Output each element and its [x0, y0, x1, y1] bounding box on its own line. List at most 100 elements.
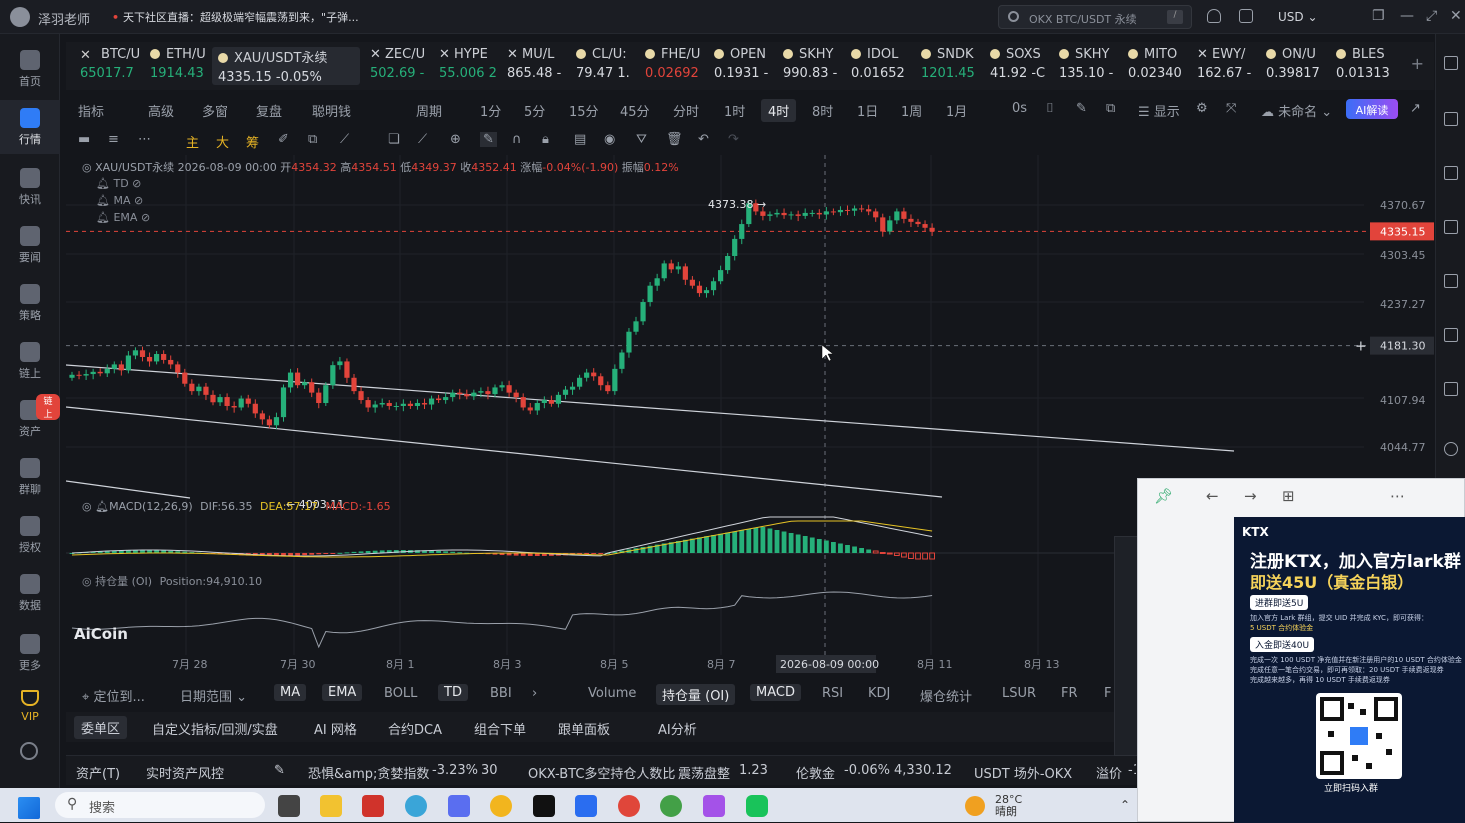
taskview-icon[interactable]	[278, 795, 300, 817]
undo-icon[interactable]: ↶	[698, 132, 709, 147]
more-icon[interactable]: ⋯	[138, 132, 151, 147]
windows-start-icon[interactable]	[18, 797, 40, 819]
ind-f[interactable]: F	[1104, 686, 1111, 701]
tf-1w[interactable]: 1周	[901, 101, 922, 120]
ai-analyze-button[interactable]: AI解读	[1346, 99, 1398, 119]
more-icon[interactable]: ⋯	[1390, 487, 1405, 505]
tab-ai-analysis[interactable]: AI分析	[658, 719, 697, 738]
chrome-icon[interactable]	[660, 795, 682, 817]
ind-bbi[interactable]: BBI	[490, 686, 512, 701]
minimize-icon[interactable]: —	[1400, 8, 1414, 24]
sidebar-item-strategy[interactable]: 策略	[0, 276, 60, 330]
list-icon[interactable]	[1444, 328, 1458, 342]
aicoin-app-icon[interactable]	[533, 795, 555, 817]
tf-1h[interactable]: 1时	[724, 101, 745, 120]
ticker-item[interactable]: ✕ EWY/162.67 -	[1197, 47, 1259, 85]
clock-icon[interactable]	[1444, 442, 1458, 456]
tf-1m[interactable]: 1分	[480, 101, 501, 120]
template-icon[interactable]: ▤	[574, 132, 586, 147]
grid-icon[interactable]: ⊞	[1282, 487, 1295, 505]
sidebar-item-groupchat[interactable]: 群聊	[0, 450, 60, 504]
mail-app-icon[interactable]	[575, 795, 597, 817]
settings-gear-icon[interactable]: ⚙	[1196, 101, 1208, 116]
fullscreen-icon[interactable]: ⤧	[1226, 101, 1236, 116]
indicator-ma[interactable]: 🔔︎ MA ⊘	[96, 194, 143, 207]
settings-icon[interactable]	[20, 742, 38, 760]
back-icon[interactable]: ←	[1206, 487, 1219, 505]
popout-icon[interactable]: ⧉	[1106, 101, 1115, 116]
ind-macd[interactable]: MACD	[750, 684, 801, 701]
tf-1mo[interactable]: 1月	[946, 101, 967, 120]
replay-button[interactable]: 复盘	[256, 101, 282, 120]
advanced-button[interactable]: 高级	[148, 101, 174, 120]
tab-ai-grid[interactable]: AI 网格	[314, 719, 357, 738]
ad-banner[interactable]: KTX 注册KTX，加入官方lark群 即送45U（真金白银） 进群即送5U 加…	[1234, 517, 1465, 823]
restore-icon[interactable]: ❐	[1372, 8, 1385, 24]
brush-icon[interactable]: ✐	[278, 132, 289, 147]
pencil-icon[interactable]: ✎	[1076, 101, 1087, 116]
tab-combo-order[interactable]: 组合下单	[474, 719, 526, 738]
assets-label[interactable]: 资产(T)	[76, 763, 120, 782]
magnet-icon[interactable]: ∩	[512, 132, 522, 147]
display-button[interactable]: ☰ 显示	[1138, 101, 1180, 120]
ticker-item[interactable]: SKHY 990.83 -	[783, 47, 845, 85]
ticker-item[interactable]: SOXS 41.92 -C	[990, 47, 1052, 85]
layers-icon[interactable]: ❏	[388, 132, 400, 147]
tf-15m[interactable]: 15分	[569, 101, 599, 120]
chevron-up-icon[interactable]: ⌃	[1120, 798, 1130, 812]
sidebar-item-home[interactable]: 首页	[0, 42, 60, 96]
ticker-item[interactable]: MITO 0.02340	[1128, 47, 1190, 85]
tab-orders[interactable]: 委单区	[74, 716, 128, 739]
maximize-icon[interactable]: ⤢	[1426, 8, 1437, 24]
tf-5m[interactable]: 5分	[524, 101, 545, 120]
ind-kdj[interactable]: KDJ	[868, 686, 890, 701]
app-icon[interactable]	[448, 795, 470, 817]
chrome-icon[interactable]	[618, 795, 640, 817]
copy-icon[interactable]: ⧉	[308, 132, 317, 147]
sidebar-item-market[interactable]: 行情	[0, 100, 60, 154]
main-force-button[interactable]: 主	[186, 132, 199, 151]
lock-icon[interactable]: 🔒︎	[542, 132, 549, 147]
menu-icon[interactable]: ≡	[108, 132, 119, 147]
app-icon[interactable]	[490, 795, 512, 817]
indicator-ema[interactable]: 🔔︎ EMA ⊘	[96, 211, 150, 224]
risk-control-label[interactable]: 实时资产风控	[146, 763, 224, 782]
multi-window-button[interactable]: 多窗	[202, 101, 228, 120]
ind-rsi[interactable]: RSI	[822, 686, 843, 701]
qr-code[interactable]	[1316, 693, 1402, 779]
avatar[interactable]	[10, 7, 30, 27]
pin-icon[interactable]: 📌︎	[1154, 487, 1173, 505]
forward-icon[interactable]: →	[1244, 487, 1257, 505]
sidebar-item-assets[interactable]: 链上 资产	[0, 392, 60, 446]
currency-select[interactable]: USD ⌄	[1268, 5, 1332, 29]
ind-oi[interactable]: 持仓量 (OI)	[656, 684, 736, 705]
layout-name-select[interactable]: ☁ 未命名 ⌄	[1261, 101, 1332, 120]
wechat-icon[interactable]	[746, 795, 768, 817]
sidebar-item-flash[interactable]: 快讯	[0, 160, 60, 214]
tab-custom-indicator[interactable]: 自定义指标/回测/实盘	[152, 719, 278, 738]
share-icon[interactable]: ↗	[1410, 101, 1421, 116]
ticker-item-selected[interactable]: XAU/USDT永续 4335.15 -0.05%	[212, 47, 360, 85]
ticker-item[interactable]: ✕ MU/L 865.48 -	[507, 47, 569, 85]
tf-1d[interactable]: 1日	[857, 101, 878, 120]
ind-liquidation[interactable]: 爆仓统计	[920, 686, 972, 705]
drawing-toggle-icon[interactable]: ▬	[78, 132, 90, 147]
ind-fr[interactable]: FR	[1061, 686, 1078, 701]
floating-panel[interactable]	[1114, 536, 1138, 756]
wps-icon[interactable]	[362, 795, 384, 817]
ticker-item[interactable]: SNDK 1201.45	[921, 47, 983, 85]
folder-icon[interactable]	[320, 795, 342, 817]
ind-volume[interactable]: Volume	[588, 686, 636, 701]
trade-icon[interactable]	[1444, 166, 1458, 180]
ind-lsur[interactable]: LSUR	[1002, 686, 1036, 701]
bell-icon[interactable]	[1207, 9, 1221, 23]
big-order-button[interactable]: 大	[216, 132, 229, 151]
ticker-item[interactable]: FHE/U 0.02692	[645, 47, 707, 85]
chips-button[interactable]: 筹	[246, 132, 259, 151]
period-select[interactable]: 周期	[416, 101, 442, 120]
countdown-label[interactable]: 0s	[1012, 101, 1027, 116]
sidebar-item-more[interactable]: 更多	[0, 626, 60, 680]
ind-ema[interactable]: EMA	[322, 684, 363, 701]
zoom-icon[interactable]: ⊕	[450, 132, 461, 147]
trash-icon[interactable]: 🗑︎	[666, 132, 683, 147]
